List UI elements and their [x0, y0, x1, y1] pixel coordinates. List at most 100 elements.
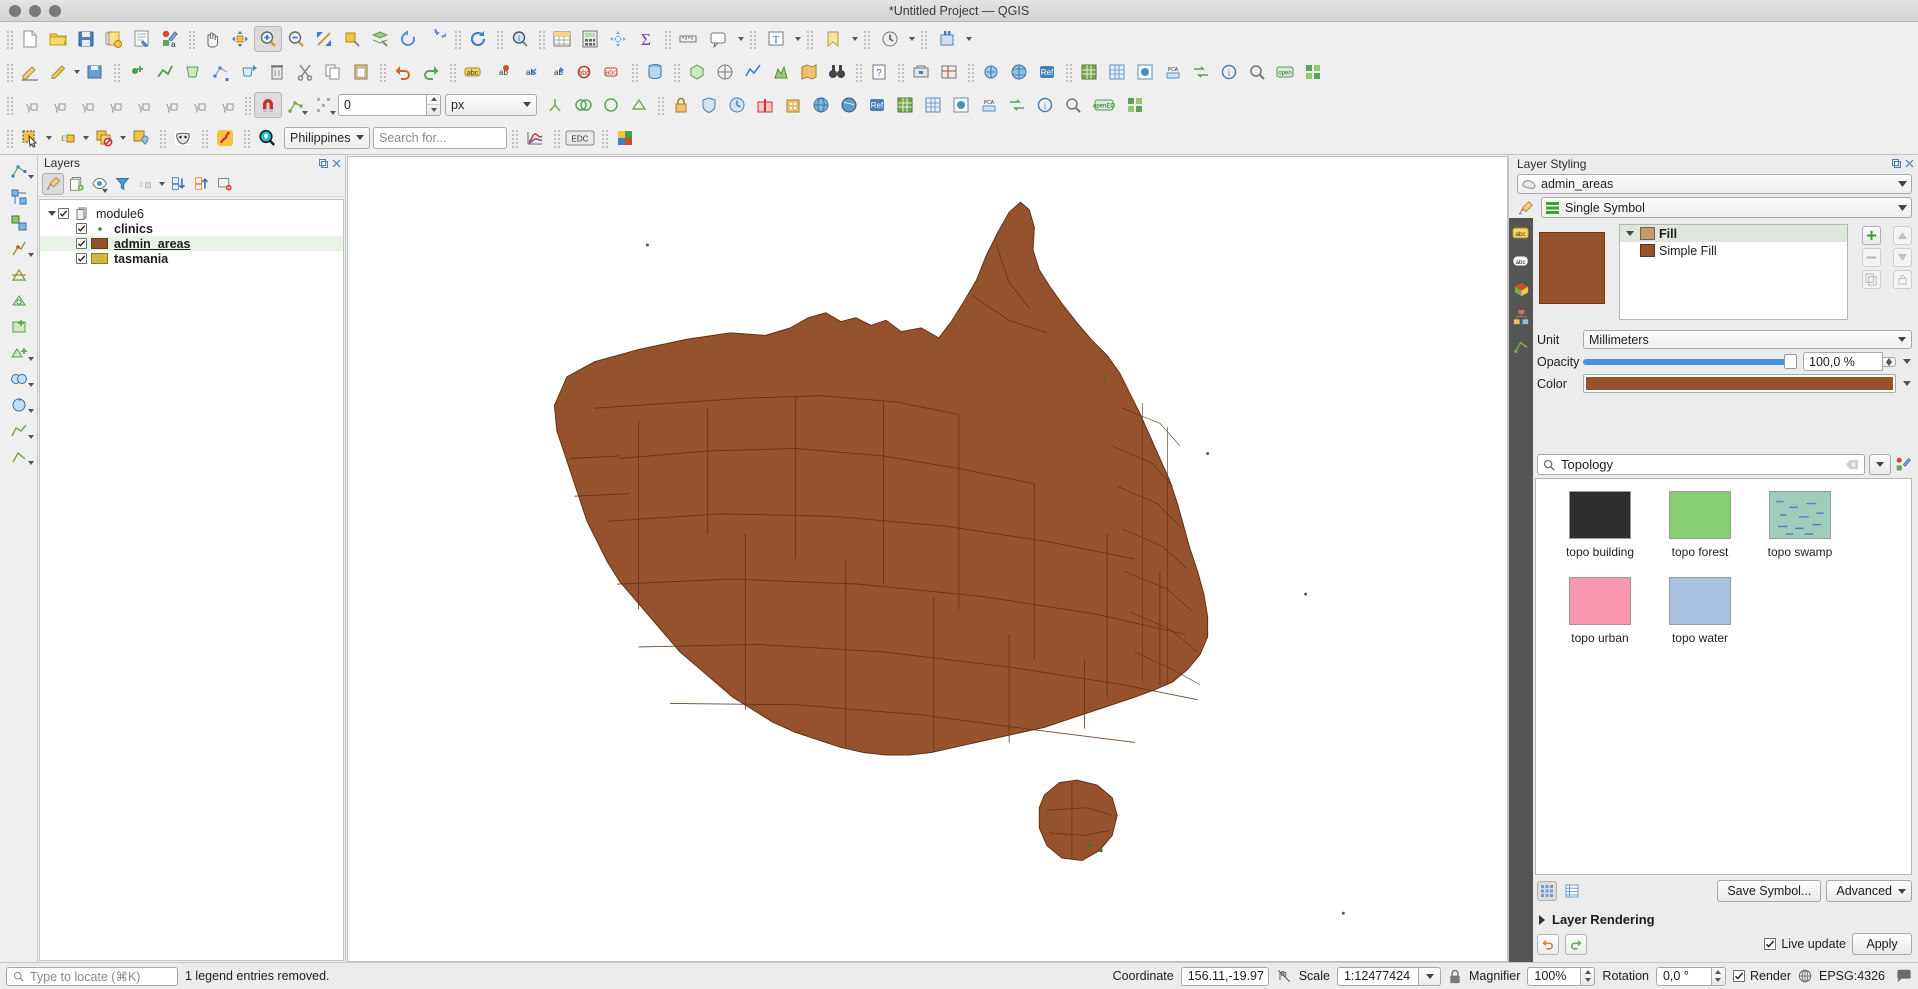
- cut-features-button[interactable]: [291, 59, 319, 85]
- toggle-coordinate-capture-icon[interactable]: [1276, 968, 1292, 984]
- symbol-item[interactable]: topo water: [1650, 577, 1750, 645]
- georeferencer-button[interactable]: [935, 59, 963, 85]
- duplicate-symbol-layer-button[interactable]: [1862, 270, 1881, 289]
- toolbar-grip[interactable]: [663, 28, 671, 49]
- semi-automatic-classification-button[interactable]: [1131, 59, 1159, 85]
- add-raster-layer-button[interactable]: [711, 59, 739, 85]
- toolbar-grip[interactable]: [862, 28, 870, 49]
- manage-layer-visibility-button[interactable]: [88, 173, 110, 195]
- opacity-spin-buttons[interactable]: [1883, 356, 1896, 367]
- add-binoculars-button[interactable]: [823, 59, 851, 85]
- add-group-button[interactable]: [65, 173, 87, 195]
- self-snapping-button[interactable]: [597, 92, 625, 118]
- pan-to-selection-button[interactable]: [226, 26, 254, 52]
- symbol-item[interactable]: topo building: [1550, 491, 1650, 559]
- toggle-editing-button[interactable]: [44, 59, 72, 85]
- style-manager-button[interactable]: a: [156, 26, 184, 52]
- redo-style-button[interactable]: [1565, 933, 1587, 955]
- icon-view-button[interactable]: [1537, 881, 1557, 901]
- plugin-grid2-button[interactable]: [919, 92, 947, 118]
- spatial-bookmark-button[interactable]: [1005, 59, 1033, 85]
- plot-tool-button[interactable]: [521, 125, 549, 151]
- locator-input[interactable]: Type to locate (⌘K): [6, 966, 178, 986]
- gamma-d-button[interactable]: γ: [100, 92, 128, 118]
- crs-globe-icon[interactable]: [1798, 969, 1812, 983]
- toolbar-grip[interactable]: [243, 94, 251, 115]
- layer-tree-item-admin-areas[interactable]: admin_areas: [40, 236, 343, 251]
- plugin-classification-button[interactable]: [947, 92, 975, 118]
- filter-legend-button[interactable]: [111, 173, 133, 195]
- openeo-button[interactable]: open: [1271, 59, 1299, 85]
- toolbar-grip[interactable]: [630, 61, 638, 82]
- gamma-e-button[interactable]: γ: [128, 92, 156, 118]
- merge-features-button[interactable]: [4, 367, 34, 391]
- plugin-building-button[interactable]: [779, 92, 807, 118]
- map-tips-dropdown[interactable]: [736, 26, 745, 52]
- grid-view-button[interactable]: [1103, 59, 1131, 85]
- toolbar-grip[interactable]: [552, 127, 560, 148]
- color-data-defined-override[interactable]: [1902, 381, 1912, 386]
- map-canvas[interactable]: [347, 156, 1508, 962]
- open-project-button[interactable]: [44, 26, 72, 52]
- save-layer-edits-button[interactable]: [81, 59, 109, 85]
- save-symbol-button[interactable]: Save Symbol...: [1717, 880, 1822, 902]
- toolbar-grip[interactable]: [672, 61, 680, 82]
- bookmarks-button[interactable]: [816, 26, 850, 52]
- crs-label[interactable]: EPSG:4326: [1819, 969, 1885, 983]
- layer-info-button[interactable]: i: [1215, 59, 1243, 85]
- remove-symbol-layer-button[interactable]: [1862, 248, 1881, 267]
- lock-scale-icon[interactable]: [1448, 969, 1462, 984]
- layer-visibility-checkbox[interactable]: [76, 223, 87, 234]
- plugin-globe1-button[interactable]: [807, 92, 835, 118]
- toolbar-grip[interactable]: [537, 28, 545, 49]
- scale-value[interactable]: 1:12477424: [1337, 966, 1419, 986]
- zoom-full-button[interactable]: [310, 26, 338, 52]
- edc-plugin-button[interactable]: EDC: [563, 125, 597, 151]
- topological-editing-button[interactable]: [541, 92, 569, 118]
- spin-down-icon[interactable]: [1581, 976, 1594, 985]
- pan-map-button[interactable]: [198, 26, 226, 52]
- toolbar-grip[interactable]: [5, 28, 13, 49]
- open-layer-styling-button[interactable]: [42, 172, 64, 195]
- style-manager-icon[interactable]: [1895, 456, 1912, 473]
- move-symbol-layer-up-button[interactable]: [1893, 226, 1912, 245]
- map-tips-button[interactable]: [702, 26, 736, 52]
- annotation-dropdown[interactable]: [793, 26, 802, 52]
- toolbar-grip[interactable]: [748, 28, 756, 49]
- filter-legend-expression-button[interactable]: ε: [134, 173, 156, 195]
- add-delimited-text-button[interactable]: [767, 59, 795, 85]
- opacity-data-defined-override[interactable]: [1902, 359, 1912, 364]
- live-update-checkbox[interactable]: [1764, 938, 1777, 950]
- plugin-shield-button[interactable]: [695, 92, 723, 118]
- plugin-globe2-button[interactable]: [835, 92, 863, 118]
- move-feature-button[interactable]: [235, 59, 263, 85]
- layers-panel-close-button[interactable]: [332, 159, 341, 168]
- copy-features-button[interactable]: [319, 59, 347, 85]
- render-checkbox[interactable]: [1732, 970, 1745, 982]
- opacity-slider[interactable]: [1583, 352, 1797, 371]
- mask-icon-button[interactable]: [169, 125, 197, 151]
- new-project-button[interactable]: [16, 26, 44, 52]
- fill-ring-button[interactable]: [4, 315, 34, 339]
- list-view-button[interactable]: [1562, 881, 1582, 901]
- plugin-pca-button[interactable]: PCA: [975, 92, 1003, 118]
- add-mesh-layer-button[interactable]: [739, 59, 767, 85]
- coordinate-input[interactable]: 156.11,-19.97: [1180, 966, 1269, 986]
- spin-up-icon[interactable]: [427, 95, 440, 105]
- split-features-button[interactable]: [4, 237, 34, 261]
- field-calculator-button[interactable]: [576, 26, 604, 52]
- add-symbol-layer-button[interactable]: [1862, 226, 1881, 245]
- bookmarks-dropdown[interactable]: [850, 26, 859, 52]
- gamma-c-button[interactable]: γ: [72, 92, 100, 118]
- symbol-browser-grid[interactable]: topo building topo forest topo swamp top…: [1535, 478, 1912, 875]
- chevron-down-icon[interactable]: [46, 211, 58, 216]
- symbol-layer-row-simple-fill[interactable]: Simple Fill: [1620, 242, 1847, 259]
- messages-icon[interactable]: [1896, 969, 1912, 983]
- toolbar-grip[interactable]: [187, 28, 195, 49]
- reproject-button[interactable]: [1187, 59, 1215, 85]
- toolbar-grip[interactable]: [448, 61, 456, 82]
- opacity-value[interactable]: 100,0 %: [1803, 352, 1883, 371]
- save-project-button[interactable]: [72, 26, 100, 52]
- renderer-type-combo[interactable]: Single Symbol: [1541, 197, 1912, 218]
- colorpicker-plugin-button[interactable]: [611, 125, 639, 151]
